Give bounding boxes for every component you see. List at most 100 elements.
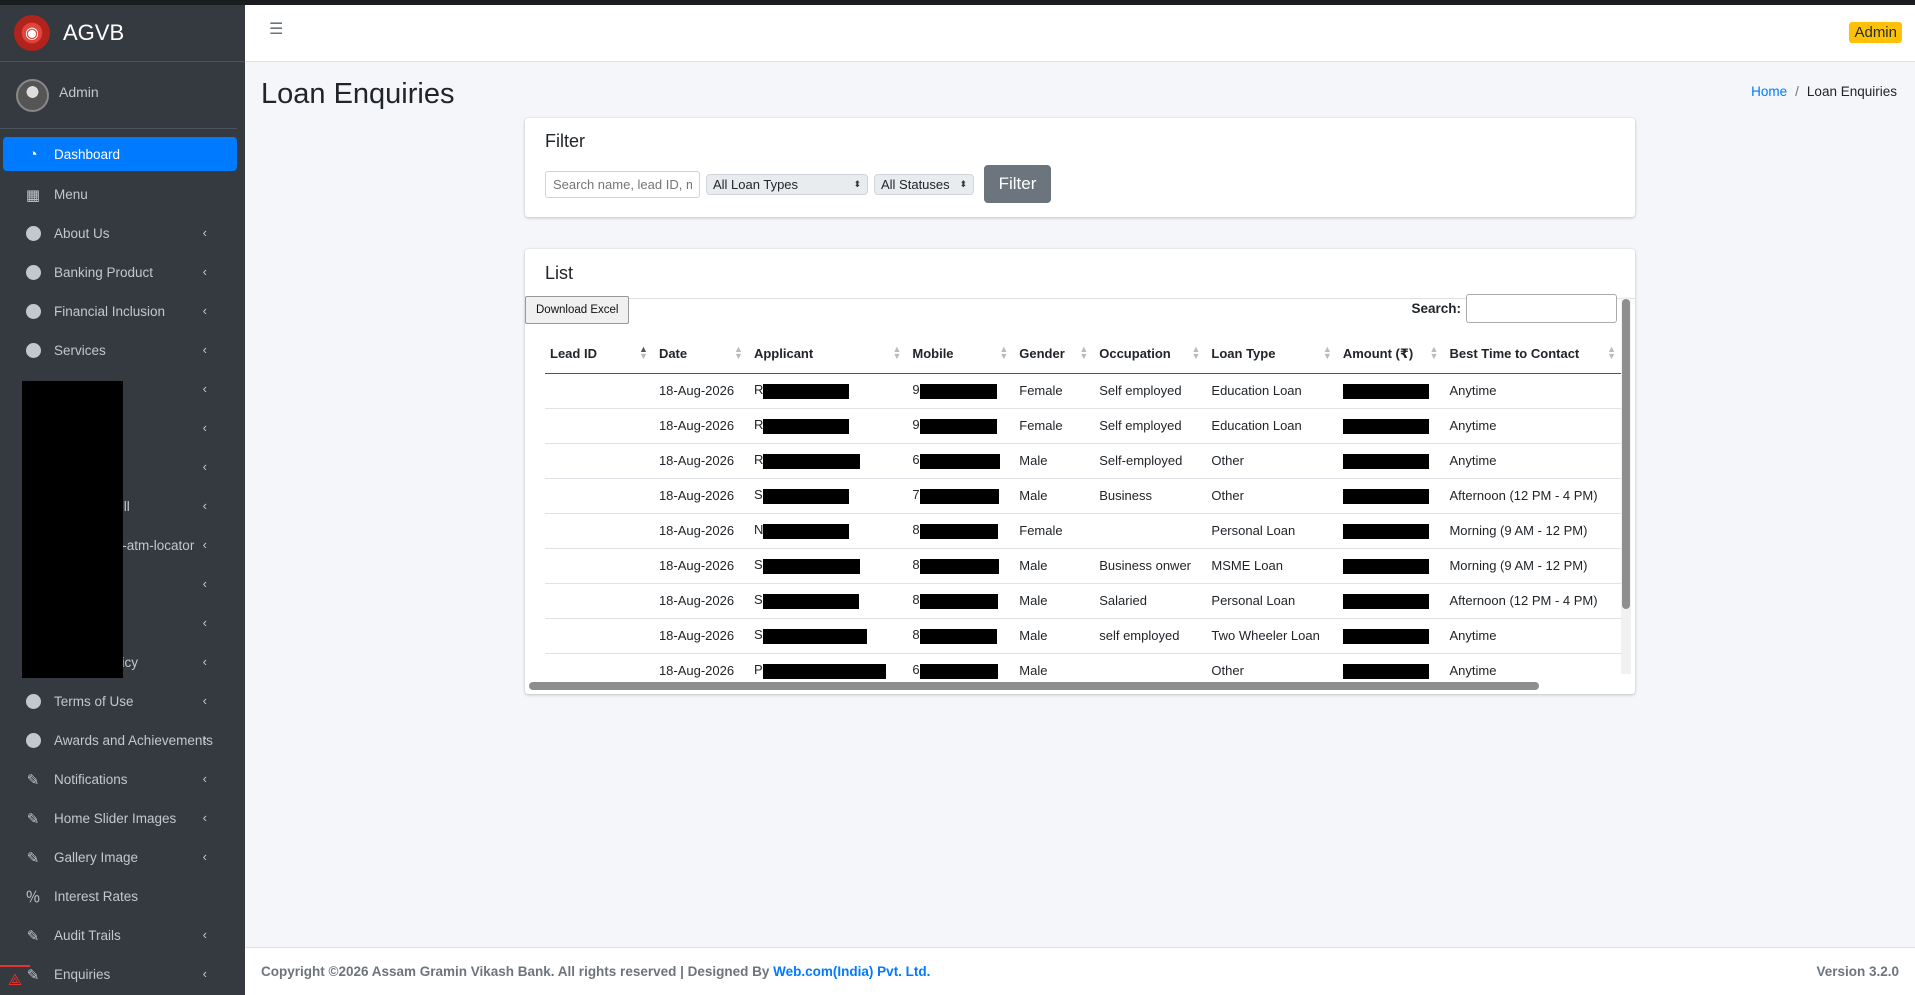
cell-loan-type-text: Personal Loan xyxy=(1211,523,1296,538)
sort-icon[interactable]: ▲ ▼ xyxy=(734,345,743,361)
column-header[interactable]: Mobile ▲ ▼ xyxy=(907,335,1015,374)
cell-occupation xyxy=(1094,653,1207,680)
table-row[interactable]: 18-Aug-2026 R 6 Male Self-employed Other Anyti… xyxy=(545,443,1622,479)
sidebar-item-about-us[interactable]: About Us ‹ xyxy=(3,215,237,252)
column-header[interactable]: Amount (₹) ▲ ▼ xyxy=(1337,335,1445,374)
cell-applicant-text: R xyxy=(753,382,764,398)
enquiries-table: Lead ID ▲ ▼ Date ▲ ▼ Applicant ▲ ▼ Mobile ▲ ▼ Gender… xyxy=(545,335,1622,680)
designer-link[interactable]: Web.com(India) Pvt. Ltd. xyxy=(773,964,930,979)
cell-loan-type: Personal Loan xyxy=(1206,513,1338,549)
sort-icon[interactable]: ▲ ▼ xyxy=(1607,345,1616,361)
sidebar-item-interest-rates[interactable]: ％ Interest Rates xyxy=(3,878,237,915)
redaction-block xyxy=(1342,628,1429,644)
chevron-left-icon: ‹ xyxy=(202,654,207,669)
table-container: Lead ID ▲ ▼ Date ▲ ▼ Applicant ▲ ▼ Mobile ▲ ▼ Gender… xyxy=(545,335,1622,680)
cell-gender-text: Female xyxy=(1019,418,1063,433)
column-header[interactable]: Lead ID ▲ ▼ xyxy=(545,335,654,374)
chevron-left-icon: ‹ xyxy=(202,498,207,513)
download-excel-button[interactable]: Download Excel xyxy=(525,296,630,324)
sort-icon[interactable]: ▲ ▼ xyxy=(1323,345,1332,361)
sort-icon[interactable]: ▲ ▼ xyxy=(999,345,1008,361)
cell-best-time-text: Anytime xyxy=(1449,383,1497,398)
sort-icon[interactable]: ▲ ▼ xyxy=(1079,345,1088,361)
cell-gender-text: Male xyxy=(1019,593,1048,608)
chevron-left-icon: ‹ xyxy=(202,264,207,279)
cell-amount xyxy=(1337,583,1445,619)
cell-amount xyxy=(1337,618,1445,654)
top-navbar: ☰ Admin xyxy=(245,5,1915,62)
admin-badge[interactable]: Admin xyxy=(1849,22,1902,43)
sort-icon[interactable]: ▲ ▼ xyxy=(1430,345,1439,361)
cell-occupation: Business onwer xyxy=(1094,548,1207,584)
sidebar-item-label: Services xyxy=(54,343,106,358)
cell-occupation: Self employed xyxy=(1094,408,1207,444)
select-arrows-icon: ⬍ xyxy=(853,178,861,189)
brand-link[interactable]: ◉ AGVB xyxy=(0,5,245,62)
table-row[interactable]: 18-Aug-2026 N 8 Female Personal Loan Morning … xyxy=(545,513,1622,549)
cell-lead-id xyxy=(545,548,654,584)
brand-name: AGVB xyxy=(63,20,125,45)
vertical-scroll-thumb[interactable] xyxy=(1622,299,1630,609)
redaction-block xyxy=(1342,523,1429,539)
chevron-left-icon: ‹ xyxy=(202,810,207,825)
sort-icon[interactable]: ▲ ▼ xyxy=(639,345,648,361)
sidebar-item-banking-product[interactable]: Banking Product ‹ xyxy=(3,254,237,291)
sidebar-item-awards-and-achievements[interactable]: Awards and Achievements ‹ xyxy=(3,722,237,759)
sidebar-item-notifications[interactable]: ✎ Notifications ‹ xyxy=(3,761,237,798)
sidebar-item-audit-trails[interactable]: ✎ Audit Trails ‹ xyxy=(3,917,237,954)
cell-date-text: 18-Aug-2026 xyxy=(658,628,735,643)
table-row[interactable]: 18-Aug-2026 R 9 Female Self employed Educatio… xyxy=(545,408,1622,444)
sidebar-item-dashboard[interactable]: ◔ Dashboard xyxy=(3,137,237,171)
sidebar-item-gallery-image[interactable]: ✎ Gallery Image ‹ xyxy=(3,839,237,876)
circle-icon xyxy=(22,694,44,709)
column-header[interactable]: Applicant ▲ ▼ xyxy=(748,335,908,374)
sidebar-item-financial-inclusion[interactable]: Financial Inclusion ‹ xyxy=(3,293,237,330)
cell-lead-id xyxy=(545,583,654,619)
cell-loan-type: Two Wheeler Loan xyxy=(1206,618,1338,654)
table-row[interactable]: 18-Aug-2026 R 9 Female Self employed Educatio… xyxy=(545,373,1622,409)
circle-icon xyxy=(22,733,44,748)
table-row[interactable]: 18-Aug-2026 S 8 Male self employed Two Wheele… xyxy=(545,618,1622,654)
cell-best-time-text: Anytime xyxy=(1449,628,1497,643)
user-panel[interactable]: Admin xyxy=(0,62,237,129)
top-strip xyxy=(0,0,1915,5)
sidebar-item-terms-of-use[interactable]: Terms of Use ‹ xyxy=(3,683,237,720)
column-header-label: Best Time to Contact xyxy=(1449,346,1580,362)
column-header[interactable]: Best Time to Contact ▲ ▼ xyxy=(1444,335,1622,374)
sidebar-item-services[interactable]: Services ‹ xyxy=(3,332,237,369)
loan-type-select[interactable]: All Loan Types ⬍ xyxy=(706,173,868,195)
column-header[interactable]: Date ▲ ▼ xyxy=(653,335,749,374)
sidebar-item-enquiries[interactable]: ✎ Enquiries ‹ xyxy=(3,956,237,993)
table-row[interactable]: 18-Aug-2026 P 6 Male Other Anytime xyxy=(545,653,1622,680)
cell-mobile: 6 xyxy=(907,653,1015,680)
column-header[interactable]: Occupation ▲ ▼ xyxy=(1094,335,1207,374)
table-row[interactable]: 18-Aug-2026 S 8 Male Business onwer MSME Loan… xyxy=(545,548,1622,584)
cell-loan-type: Other xyxy=(1206,443,1338,479)
hamburger-icon[interactable]: ☰ xyxy=(269,19,283,39)
sidebar-item-label: Dashboard xyxy=(54,146,121,162)
cell-lead-id xyxy=(545,653,654,680)
laravel-icon: ⟁ xyxy=(0,965,30,995)
column-header[interactable]: Loan Type ▲ ▼ xyxy=(1206,335,1338,374)
sort-icon[interactable]: ▲ ▼ xyxy=(1191,345,1200,361)
circle-icon xyxy=(22,265,44,280)
chevron-left-icon: ‹ xyxy=(202,225,207,240)
table-body: 18-Aug-2026 R 9 Female Self employed Educatio… xyxy=(545,373,1622,680)
cell-loan-type: Education Loan xyxy=(1206,373,1338,409)
sidebar-item-menu[interactable]: ▦ Menu xyxy=(3,176,237,213)
sort-icon[interactable]: ▲ ▼ xyxy=(892,345,901,361)
breadcrumb-home-link[interactable]: Home xyxy=(1751,84,1787,99)
cell-mobile-text: 8 xyxy=(912,592,920,608)
cell-occupation: Self-employed xyxy=(1094,443,1207,479)
sidebar-item-home-slider-images[interactable]: ✎ Home Slider Images ‹ xyxy=(3,800,237,837)
filter-search-input[interactable] xyxy=(545,170,700,198)
table-row[interactable]: 18-Aug-2026 S 8 Male Salaried Personal Loan Af… xyxy=(545,583,1622,619)
column-header[interactable]: Gender ▲ ▼ xyxy=(1014,335,1095,374)
filter-button[interactable]: Filter xyxy=(984,165,1051,203)
table-row[interactable]: 18-Aug-2026 S 7 Male Business Other Afternoon … xyxy=(545,478,1622,514)
cell-gender: Female xyxy=(1014,513,1095,549)
status-select[interactable]: All Statuses ⬍ xyxy=(874,173,974,195)
cell-amount xyxy=(1337,478,1445,514)
table-search-input[interactable] xyxy=(1466,294,1617,323)
horizontal-scroll-thumb[interactable] xyxy=(529,682,1539,690)
